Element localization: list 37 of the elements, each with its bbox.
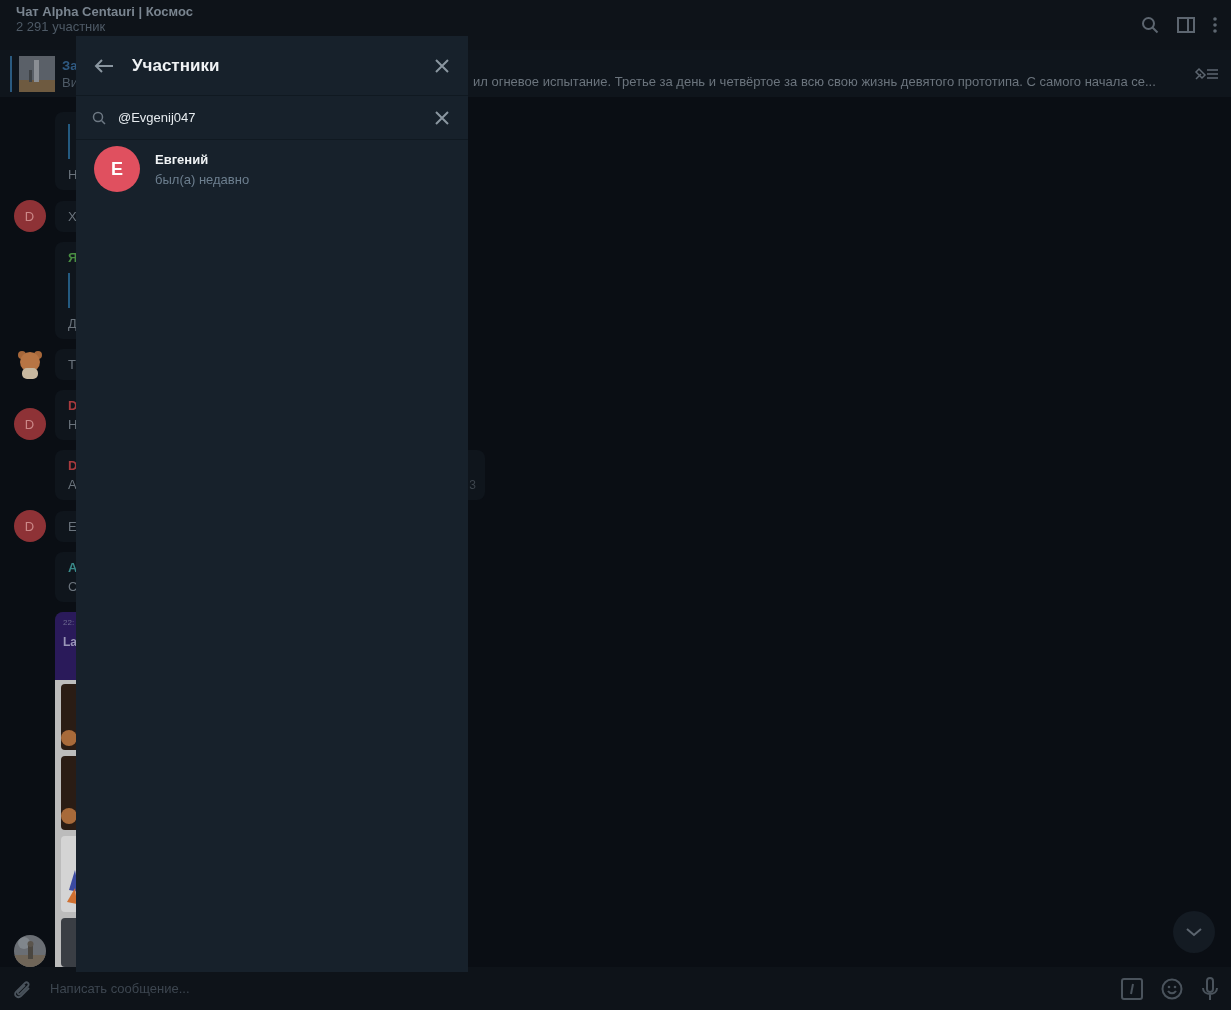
command-icon[interactable] [1121, 977, 1143, 1000]
image-title: La [63, 635, 78, 649]
avatar[interactable]: D [13, 200, 46, 232]
search-icon[interactable] [1141, 16, 1159, 34]
member-row[interactable]: Е Евгений был(а) недавно [76, 140, 468, 198]
pinned-message-text[interactable]: ил огневое испытание. Третье за день и четвёртое за всю свою жизнь девятого прототипа. С самого начала се... [473, 58, 1193, 89]
scroll-down-button[interactable] [1173, 911, 1215, 953]
more-icon[interactable] [1213, 17, 1217, 33]
emoji-icon[interactable] [1161, 977, 1183, 1000]
message-text: Т [68, 357, 76, 372]
microphone-icon[interactable] [1201, 976, 1219, 1001]
chat-title: Чат Alpha Centauri | Космос [16, 4, 194, 19]
message-text: Н [68, 167, 78, 182]
message-text: С [68, 579, 78, 594]
member-name: Евгений [155, 151, 210, 167]
message-text: Н [68, 417, 78, 432]
close-icon[interactable] [434, 57, 450, 74]
search-field[interactable]: @Evgenij047 [118, 108, 422, 127]
message-text: А [68, 477, 77, 492]
search-icon [92, 110, 106, 125]
member-avatar: Е [94, 146, 140, 192]
bear-sticker-icon [16, 350, 43, 380]
sidebar-icon[interactable] [1177, 17, 1195, 33]
sender-name: А [68, 560, 78, 575]
chevron-down-icon [1185, 927, 1203, 937]
message-text: Х [68, 209, 77, 224]
sender-name: Я [68, 250, 78, 265]
image-time: 22: [63, 618, 76, 627]
back-arrow-icon[interactable] [94, 57, 114, 74]
avatar[interactable]: D [13, 510, 46, 542]
clear-icon[interactable] [434, 109, 450, 126]
message-text: Е [68, 519, 77, 534]
avatar[interactable]: D [13, 408, 46, 440]
member-status: был(а) недавно [155, 171, 250, 187]
member-count: 2 291 участник [16, 20, 106, 34]
dialog-title: Участники [132, 55, 221, 76]
pin-list-icon[interactable] [1193, 65, 1219, 82]
